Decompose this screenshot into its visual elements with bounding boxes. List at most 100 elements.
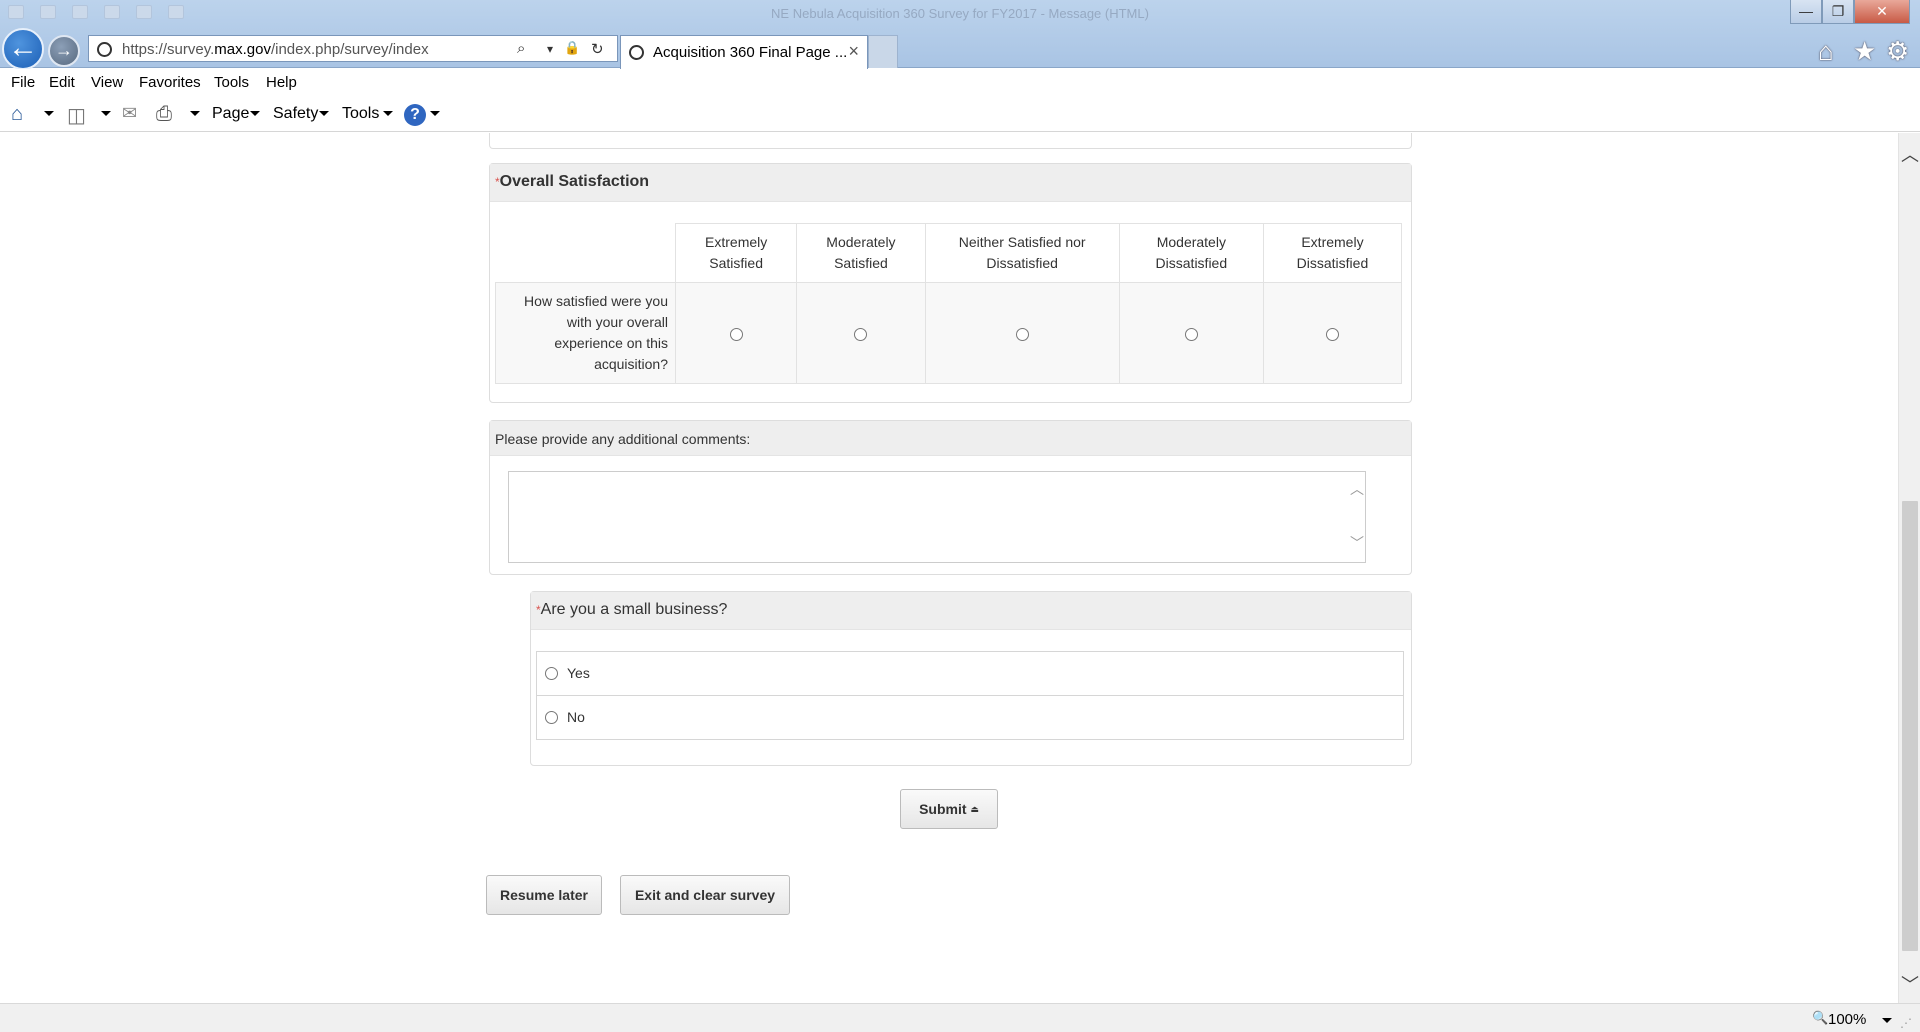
question-small-business: *Are you a small business? Yes No <box>530 591 1412 766</box>
tools-menu[interactable]: Tools <box>342 105 379 123</box>
favorites-icon[interactable]: ★ <box>1853 36 1876 67</box>
option-no[interactable]: No <box>536 695 1404 740</box>
restore-button[interactable]: ❐ <box>1822 0 1854 24</box>
chevron-down-icon[interactable] <box>319 111 329 116</box>
chevron-down-icon[interactable] <box>383 111 393 116</box>
question-header: *Are you a small business? <box>531 592 1411 630</box>
print-icon[interactable]: ⎙ <box>156 103 172 126</box>
menu-tools[interactable]: Tools <box>214 74 249 91</box>
mail-icon[interactable]: ✉ <box>122 103 137 124</box>
question-additional-comments: Please provide any additional comments: … <box>489 420 1412 575</box>
menu-view[interactable]: View <box>91 74 123 91</box>
column-header: Moderately Satisfied <box>796 223 926 283</box>
home-icon[interactable]: ⌂ <box>1818 36 1834 67</box>
submit-button[interactable]: Submit ⏏ <box>900 789 998 829</box>
zoom-level[interactable]: 100% <box>1828 1011 1866 1028</box>
answer-cell[interactable] <box>924 282 1120 384</box>
help-icon[interactable]: ? <box>404 104 426 126</box>
question-header: *Overall Satisfaction <box>490 164 1411 202</box>
matrix-header-row: Extremely Satisfied Moderately Satisfied… <box>495 223 1403 283</box>
close-window-button[interactable]: ✕ <box>1854 0 1910 24</box>
forward-button[interactable]: → <box>48 35 80 67</box>
comments-textarea[interactable] <box>508 471 1366 563</box>
page-menu[interactable]: Page <box>212 105 249 123</box>
status-bar: 🔍 100% ⋰ <box>0 1003 1920 1032</box>
home-icon[interactable]: ⌂ <box>11 103 23 126</box>
question-overall-satisfaction: *Overall Satisfaction Extremely Satisfie… <box>489 163 1412 403</box>
submit-arrow-icon: ⏏ <box>970 804 979 814</box>
new-tab-button[interactable] <box>868 35 898 68</box>
radio-moderately-dissatisfied[interactable] <box>1184 327 1198 341</box>
radio-yes[interactable] <box>545 667 558 680</box>
scroll-thumb[interactable] <box>1902 501 1918 951</box>
option-label[interactable]: No <box>567 709 585 725</box>
url-domain: max.gov <box>214 41 271 58</box>
option-label[interactable]: Yes <box>567 665 590 681</box>
radio-neither[interactable] <box>1015 327 1029 341</box>
command-bar: ⌂ ◫ ✉ ⎙ Page Safety Tools <box>0 97 1920 132</box>
menu-help[interactable]: Help <box>266 74 297 91</box>
menu-favorites[interactable]: Favorites <box>139 74 201 91</box>
settings-icon[interactable]: ⚙ <box>1886 36 1909 67</box>
zoom-icon[interactable]: 🔍 <box>1812 1010 1828 1026</box>
resume-later-button[interactable]: Resume later <box>486 875 602 915</box>
previous-question-panel <box>489 133 1412 149</box>
answer-cell[interactable] <box>1118 282 1264 384</box>
browser-title-bar: NE Nebula Acquisition 360 Survey for FY2… <box>0 0 1920 70</box>
textarea-scroll-up-icon[interactable]: ︿ <box>1350 479 1408 499</box>
chevron-down-icon[interactable] <box>250 111 260 116</box>
menu-edit[interactable]: Edit <box>49 74 75 91</box>
chevron-down-icon[interactable] <box>101 111 111 116</box>
radio-extremely-dissatisfied[interactable] <box>1325 327 1339 341</box>
chevron-down-icon[interactable] <box>44 111 54 116</box>
satisfaction-matrix: Extremely Satisfied Moderately Satisfied… <box>495 223 1403 384</box>
textarea-scroll-down-icon[interactable]: ﹀ <box>1350 533 1408 553</box>
answer-cell[interactable] <box>1262 282 1403 384</box>
url-prefix: https://survey. <box>122 41 215 58</box>
tab-title: Acquisition 360 Final Page ... <box>653 44 848 61</box>
address-dropdown-icon[interactable]: ▾ <box>547 42 553 56</box>
search-icon[interactable]: ⌕ <box>517 40 525 57</box>
minimize-button[interactable]: — <box>1790 0 1822 24</box>
scroll-up-icon[interactable]: ︿ <box>1899 141 1920 167</box>
chevron-down-icon[interactable] <box>190 111 200 116</box>
zoom-dropdown-icon[interactable] <box>1882 1018 1892 1023</box>
column-header: Moderately Dissatisfied <box>1118 223 1264 283</box>
resize-grip-icon[interactable]: ⋰ <box>1900 1016 1912 1030</box>
site-info-icon[interactable] <box>97 42 112 57</box>
url-text[interactable]: https://survey.max.gov/index.php/survey/… <box>122 41 429 58</box>
lock-icon[interactable]: 🔒 <box>564 40 580 56</box>
page-content: *Overall Satisfaction Extremely Satisfie… <box>0 133 1898 1003</box>
answer-cell[interactable] <box>796 282 926 384</box>
radio-moderately-satisfied[interactable] <box>854 327 868 341</box>
url-path: /index.php/survey/index <box>270 41 429 58</box>
column-header: Extremely Satisfied <box>674 223 798 283</box>
tab-acquisition-360[interactable]: Acquisition 360 Final Page ... × <box>620 35 868 69</box>
menu-bar: File Edit View Favorites Tools Help <box>0 69 1920 97</box>
tab-page-icon <box>629 45 644 60</box>
question-title: Overall Satisfaction <box>499 173 650 190</box>
answer-cell[interactable] <box>674 282 798 384</box>
question-text: How satisfied were you with your overall… <box>495 282 676 384</box>
question-header: Please provide any additional comments: <box>490 421 1411 456</box>
address-bar[interactable]: https://survey.max.gov/index.php/survey/… <box>88 35 618 62</box>
question-title: Please provide any additional comments: <box>495 431 751 447</box>
exit-clear-survey-button[interactable]: Exit and clear survey <box>620 875 790 915</box>
column-header: Extremely Dissatisfied <box>1262 223 1403 283</box>
option-yes[interactable]: Yes <box>536 651 1404 696</box>
close-tab-icon[interactable]: × <box>848 41 859 62</box>
back-button[interactable]: ← <box>2 28 44 70</box>
scroll-down-icon[interactable]: ﹀ <box>1899 971 1920 997</box>
radio-no[interactable] <box>545 711 558 724</box>
submit-label: Submit <box>919 801 967 817</box>
feeds-icon[interactable]: ◫ <box>67 103 86 128</box>
refresh-icon[interactable]: ↻ <box>591 40 604 58</box>
menu-file[interactable]: File <box>11 74 35 91</box>
window-title: NE Nebula Acquisition 360 Survey for FY2… <box>771 6 1149 21</box>
question-title: Are you a small business? <box>540 601 728 618</box>
safety-menu[interactable]: Safety <box>273 105 318 123</box>
radio-extremely-satisfied[interactable] <box>729 327 743 341</box>
page-scrollbar[interactable]: ︿ ﹀ <box>1898 133 1920 1003</box>
matrix-answer-row: How satisfied were you with your overall… <box>495 282 1403 384</box>
chevron-down-icon[interactable] <box>430 111 440 116</box>
